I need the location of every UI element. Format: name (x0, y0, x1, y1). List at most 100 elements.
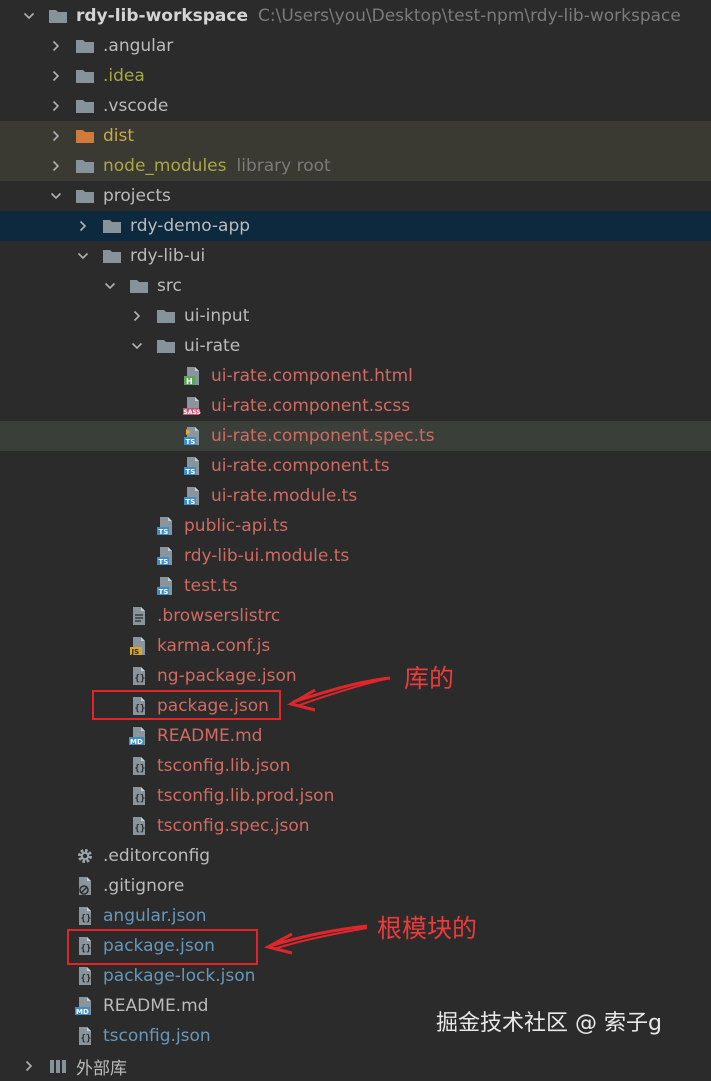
tree-item-label: package-lock.json (103, 966, 256, 986)
tree-item-label: angular.json (103, 906, 207, 926)
chevron-right-icon[interactable] (76, 211, 90, 241)
svg-text:{}: {} (135, 674, 146, 684)
chevron-down-icon[interactable] (76, 241, 90, 271)
library-icon (48, 1056, 68, 1076)
tree-row[interactable]: TS public-api.ts (0, 511, 711, 541)
watermark: 掘金技术社区 @ 索子g (436, 1011, 662, 1036)
folder-icon (156, 336, 176, 356)
tree-item-label: .idea (103, 66, 145, 86)
svg-text:TS: TS (159, 558, 169, 566)
tree-row[interactable]: {} tsconfig.lib.json (0, 751, 711, 781)
text-file-icon (129, 606, 149, 626)
tree-row[interactable]: ui-input (0, 301, 711, 331)
tree-row[interactable]: 外部库 (0, 1051, 711, 1081)
json-file-icon: {} (129, 786, 149, 806)
tree-item-label: .gitignore (103, 876, 185, 896)
chevron-down-icon[interactable] (103, 271, 117, 301)
chevron-right-icon[interactable] (22, 1051, 36, 1081)
tree-row[interactable]: JS karma.conf.js (0, 631, 711, 661)
tree-row[interactable]: .browserslistrc (0, 601, 711, 631)
tree-row[interactable]: TS ui-rate.module.ts (0, 481, 711, 511)
tree-row[interactable]: .editorconfig (0, 841, 711, 871)
tree-item-label: karma.conf.js (157, 636, 271, 656)
folder-icon (102, 246, 122, 266)
tree-row[interactable]: {} tsconfig.lib.prod.json (0, 781, 711, 811)
tree-item-label: src (157, 276, 182, 296)
tree-item-label: ui-rate.component.html (211, 366, 413, 386)
svg-text:{}: {} (81, 914, 92, 924)
svg-text:MD: MD (76, 1008, 89, 1016)
tree-item-label: rdy-lib-ui.module.ts (184, 546, 350, 566)
tree-row[interactable]: dist (0, 121, 711, 151)
tree-row[interactable]: MD README.md (0, 721, 711, 751)
svg-text:{}: {} (135, 764, 146, 774)
tree-row[interactable]: projects (0, 181, 711, 211)
svg-text:H: H (186, 377, 193, 386)
tree-row[interactable]: .angular (0, 31, 711, 61)
tree-row[interactable]: rdy-lib-workspace C:\Users\you\Desktop\te… (0, 1, 711, 31)
tree-item-label: ui-rate.component.spec.ts (211, 426, 435, 446)
tree-item-label: README.md (157, 726, 263, 746)
chevron-right-icon[interactable] (49, 151, 63, 181)
excluded-folder-icon (75, 126, 95, 146)
tree-item-label: projects (103, 186, 171, 206)
svg-text:TS: TS (186, 468, 196, 476)
chevron-down-icon[interactable] (49, 181, 63, 211)
svg-text:TS: TS (159, 588, 169, 596)
tree-row[interactable]: TS test.ts (0, 571, 711, 601)
chevron-down-icon[interactable] (22, 1, 36, 31)
tree-item-label: ng-package.json (157, 666, 297, 686)
chevron-right-icon[interactable] (130, 301, 144, 331)
annotation-root-label: 根模块的 (377, 914, 478, 943)
chevron-right-icon[interactable] (49, 31, 63, 61)
tree-item-label: ui-rate.component.scss (211, 396, 411, 416)
tree-row[interactable]: rdy-lib-ui (0, 241, 711, 271)
tree-item-label: ui-rate.module.ts (211, 486, 358, 506)
ts-file-icon: TS (156, 576, 176, 596)
tree-row[interactable]: {} package-lock.json (0, 961, 711, 991)
html-file-icon: H (183, 366, 203, 386)
ts-file-icon: TS (156, 516, 176, 536)
tree-item-label: tsconfig.lib.json (157, 756, 291, 776)
tree-row[interactable]: TS ui-rate.component.ts (0, 451, 711, 481)
tree-row[interactable]: src (0, 271, 711, 301)
ts-test-file-icon: TS (183, 426, 203, 446)
annotation-arrow-root (263, 924, 368, 955)
tree-row[interactable]: TS rdy-lib-ui.module.ts (0, 541, 711, 571)
chevron-down-icon[interactable] (130, 331, 144, 361)
folder-icon (75, 36, 95, 56)
annotation-lib-label: 库的 (404, 664, 455, 693)
ts-file-icon: TS (183, 456, 203, 476)
tree-row[interactable]: rdy-demo-app (0, 211, 711, 241)
chevron-right-icon[interactable] (49, 121, 63, 151)
tree-row[interactable]: SASS ui-rate.component.scss (0, 391, 711, 421)
svg-text:TS: TS (186, 438, 196, 446)
svg-text:TS: TS (159, 528, 169, 536)
tree-row[interactable]: .gitignore (0, 871, 711, 901)
json-file-icon: {} (129, 816, 149, 836)
tree-row[interactable]: .vscode (0, 91, 711, 121)
chevron-right-icon[interactable] (49, 61, 63, 91)
tree-row[interactable]: {} tsconfig.spec.json (0, 811, 711, 841)
tree-row[interactable]: .idea (0, 61, 711, 91)
tree-row[interactable]: ui-rate (0, 331, 711, 361)
chevron-right-icon[interactable] (49, 91, 63, 121)
tree-row[interactable]: node_modules library root (0, 151, 711, 181)
folder-icon (75, 96, 95, 116)
tree-item-label: dist (103, 126, 135, 146)
tree-row[interactable]: Hui-rate.component.html (0, 361, 711, 391)
tree-item-label: ui-rate.component.ts (211, 456, 390, 476)
folder-icon (75, 186, 95, 206)
tree-row[interactable]: TS ui-rate.component.spec.ts (0, 421, 711, 451)
tree-item-label: rdy-lib-ui (130, 246, 206, 266)
